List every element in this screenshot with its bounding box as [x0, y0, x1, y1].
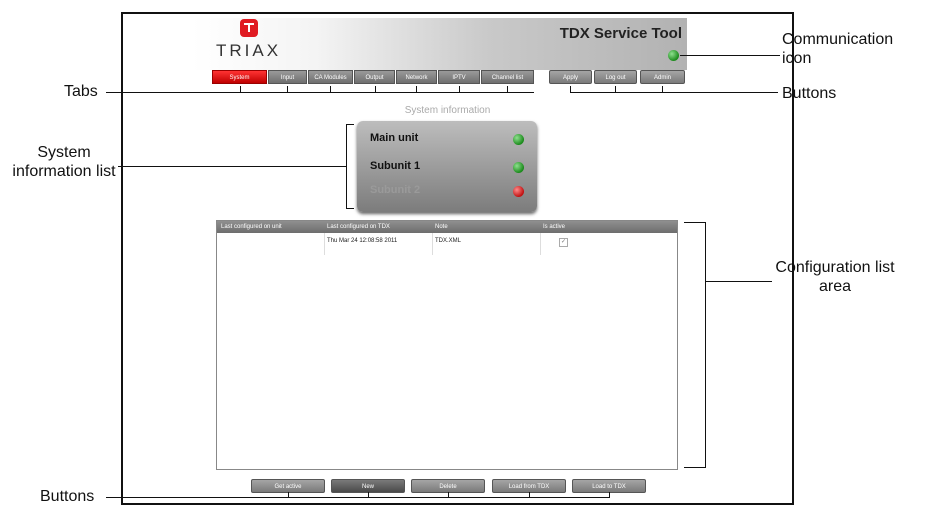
new-button[interactable]: New	[331, 479, 405, 493]
callout-tick	[507, 86, 508, 92]
tab-ca-modules[interactable]: CA Modules	[308, 70, 353, 84]
tab-network[interactable]: Network	[396, 70, 437, 84]
callout-tabs: Tabs	[64, 83, 98, 100]
callout-line	[706, 281, 772, 282]
log-out-button[interactable]: Log out	[594, 70, 637, 84]
unit-subunit-2-status-icon	[513, 186, 524, 197]
unit-main[interactable]: Main unit	[370, 132, 418, 144]
delete-button[interactable]: Delete	[411, 479, 485, 493]
apply-button[interactable]: Apply	[549, 70, 592, 84]
callout-tick	[570, 86, 571, 92]
tab-channel-list[interactable]: Channel list	[481, 70, 534, 84]
callout-line	[118, 166, 346, 167]
unit-main-status-icon	[513, 134, 524, 145]
load-from-tdx-button[interactable]: Load from TDX	[492, 479, 566, 493]
callout-tick	[375, 86, 376, 92]
callout-line	[570, 92, 778, 93]
callout-line	[106, 92, 534, 93]
cell-last-configured-tdx[interactable]: Thu Mar 24 12:08:58 2011	[327, 238, 397, 244]
callout-tick	[288, 492, 289, 498]
triax-logo-icon	[240, 19, 258, 37]
callout-communication-icon: Communication icon	[782, 31, 894, 67]
callout-system-information-list: System information list	[12, 144, 116, 180]
callout-buttons-top: Buttons	[782, 85, 837, 102]
unit-subunit-1-status-icon	[513, 162, 524, 173]
callout-tick	[459, 86, 460, 92]
is-active-checkbox[interactable]: ✓	[559, 238, 568, 247]
callout-tick	[662, 86, 663, 92]
callout-bracket	[684, 222, 706, 468]
callout-tick	[448, 492, 449, 498]
callout-tick	[529, 492, 530, 498]
column-last-configured-unit[interactable]: Last configured on unit	[221, 221, 282, 233]
configuration-table-header: Last configured on unit Last configured …	[217, 221, 677, 233]
callout-tick	[416, 86, 417, 92]
cell-note[interactable]: TDX.XML	[435, 238, 461, 244]
configuration-list: Last configured on unit Last configured …	[216, 220, 678, 470]
unit-subunit-2[interactable]: Subunit 2	[370, 184, 420, 196]
callout-tick	[287, 86, 288, 92]
load-to-tdx-button[interactable]: Load to TDX	[572, 479, 646, 493]
callout-tick	[330, 86, 331, 92]
callout-bracket	[346, 124, 354, 209]
callout-buttons-bottom: Buttons	[40, 488, 95, 505]
tab-input[interactable]: Input	[268, 70, 307, 84]
callout-tick	[368, 492, 369, 498]
callout-tick	[609, 492, 610, 498]
system-information-list: Main unit Subunit 1 Subunit 2	[357, 121, 537, 212]
admin-button[interactable]: Admin	[640, 70, 685, 84]
get-active-button[interactable]: Get active	[251, 479, 325, 493]
callout-configuration-list-area: Configuration list area	[775, 259, 895, 295]
tab-output[interactable]: Output	[354, 70, 395, 84]
callout-line	[680, 55, 780, 56]
tab-iptv[interactable]: IPTV	[438, 70, 480, 84]
tab-system[interactable]: System	[212, 70, 267, 84]
unit-subunit-1[interactable]: Subunit 1	[370, 160, 420, 172]
column-divider	[324, 233, 325, 255]
callout-tick	[240, 86, 241, 92]
communication-status-icon	[668, 50, 679, 61]
column-is-active[interactable]: Is active	[543, 221, 565, 233]
column-last-configured-tdx[interactable]: Last configured on TDX	[327, 221, 390, 233]
callout-line	[106, 497, 610, 498]
app-title: TDX Service Tool	[559, 25, 682, 42]
column-divider	[432, 233, 433, 255]
callout-tick	[615, 86, 616, 92]
system-information-title: System information	[404, 105, 491, 116]
column-note[interactable]: Note	[435, 221, 448, 233]
column-divider	[540, 233, 541, 255]
brand-logo-text: TRIAX	[216, 41, 282, 60]
